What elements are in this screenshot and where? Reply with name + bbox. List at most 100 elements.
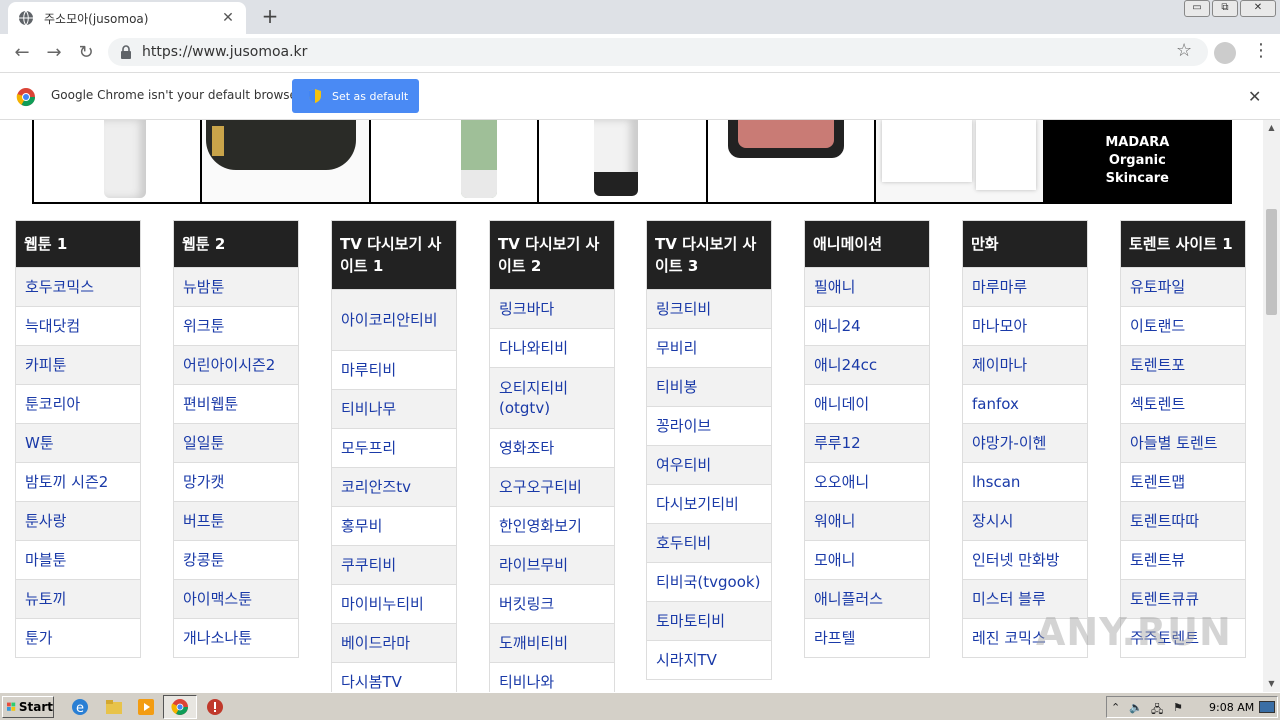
site-link[interactable]: 섹토렌트 [1121,384,1245,423]
show-desktop-icon[interactable] [1259,701,1275,713]
site-link[interactable]: 뉴토끼 [16,579,140,618]
site-link[interactable]: 호두코믹스 [16,267,140,306]
scroll-down-icon[interactable]: ▼ [1263,676,1280,692]
site-link[interactable]: 코리안즈tv [332,467,456,506]
site-link[interactable]: 다시보기티비 [647,484,771,523]
media-player-icon[interactable] [136,697,156,717]
bookmark-star-icon[interactable]: ☆ [1176,40,1192,61]
ad-banner[interactable]: MADARA Organic Skincare [32,120,1232,204]
site-link[interactable]: 쿠쿠티비 [332,545,456,584]
tab-close-icon[interactable]: ✕ [220,10,236,26]
close-window-icon[interactable]: ✕ [1240,0,1276,17]
site-link[interactable]: 오오애니 [805,462,929,501]
flag-icon[interactable]: ⚑ [1173,701,1187,715]
product-image[interactable] [370,120,540,202]
site-link[interactable]: 어린아이시즌2 [174,345,298,384]
site-link[interactable]: 아들별 토렌트 [1121,423,1245,462]
site-link[interactable]: 워애니 [805,501,929,540]
tray-expand-icon[interactable]: ⌃ [1111,701,1125,715]
site-link[interactable]: 토렌트뷰 [1121,540,1245,579]
product-image[interactable] [876,120,1045,202]
site-link[interactable]: 라이브무비 [490,545,614,584]
site-link[interactable]: 모두프리 [332,428,456,467]
site-link[interactable]: 애니플러스 [805,579,929,618]
product-image[interactable] [34,120,203,202]
start-button[interactable]: Start [2,696,54,718]
site-link[interactable]: 일일툰 [174,423,298,462]
site-link[interactable]: 오구오구티비 [490,467,614,506]
site-link[interactable]: 개나소나툰 [174,618,298,657]
site-link[interactable]: 애니24 [805,306,929,345]
security-alert-icon[interactable] [205,697,225,717]
site-link[interactable]: 토렌트따따 [1121,501,1245,540]
site-link[interactable]: 링크바다 [490,289,614,328]
site-link[interactable]: 라프텔 [805,618,929,657]
site-link[interactable]: 애니데이 [805,384,929,423]
product-image[interactable] [202,120,371,202]
set-as-default-button[interactable]: Set as default [292,79,419,113]
site-link[interactable]: 마블툰 [16,540,140,579]
internet-explorer-icon[interactable]: e [70,697,90,717]
site-link[interactable]: 토렌트포 [1121,345,1245,384]
site-link[interactable]: 야망가-이헨 [963,423,1087,462]
site-link[interactable]: 티비나무 [332,389,456,428]
site-link[interactable]: 도깨비티비 [490,623,614,662]
profile-avatar-icon[interactable] [1214,42,1236,64]
site-link[interactable]: 유토파일 [1121,267,1245,306]
site-link[interactable]: 시라지TV [647,640,771,679]
site-link[interactable]: 링크티비 [647,289,771,328]
site-link[interactable]: 애니24cc [805,345,929,384]
site-link[interactable]: 버킷링크 [490,584,614,623]
site-link[interactable]: 캉콩툰 [174,540,298,579]
site-link[interactable]: 한인영화보기 [490,506,614,545]
site-link[interactable]: 토렌트맵 [1121,462,1245,501]
site-link[interactable]: 다나와티비 [490,328,614,367]
address-bar[interactable]: https://www.jusomoa.kr [108,38,1208,66]
folder-icon[interactable] [104,697,124,717]
page-scrollbar[interactable] [1263,120,1280,692]
site-link[interactable]: W툰 [16,423,140,462]
site-link[interactable]: 베이드라마 [332,623,456,662]
site-link[interactable]: 망가캣 [174,462,298,501]
restore-icon[interactable]: ⧉ [1212,0,1238,17]
new-tab-icon[interactable]: + [258,4,282,28]
site-link[interactable]: 무비리 [647,328,771,367]
site-link[interactable]: 마나모아 [963,306,1087,345]
site-link[interactable]: 이토랜드 [1121,306,1245,345]
product-image[interactable] [539,120,708,202]
browser-tab[interactable]: 주소모아(jusomoa) ✕ [8,2,246,34]
site-link[interactable]: 카피툰 [16,345,140,384]
site-link[interactable]: 티비국(tvgook) [647,562,771,601]
scroll-up-icon[interactable]: ▲ [1263,120,1280,136]
minimize-icon[interactable]: ▭ [1184,0,1210,17]
site-link[interactable]: 모애니 [805,540,929,579]
site-link[interactable]: fanfox [963,384,1087,423]
site-link[interactable]: 여우티비 [647,445,771,484]
site-link[interactable]: lhscan [963,462,1087,501]
infobar-close-icon[interactable]: ✕ [1248,87,1261,106]
site-link[interactable]: 마이비누티비 [332,584,456,623]
madara-brand-panel[interactable]: MADARA Organic Skincare [1044,120,1230,202]
site-link[interactable]: 아이코리안티비 [332,289,456,350]
site-link[interactable]: 루루12 [805,423,929,462]
site-link[interactable]: 인터넷 만화방 [963,540,1087,579]
reload-icon[interactable]: ↻ [70,37,102,69]
site-link[interactable]: 아이맥스툰 [174,579,298,618]
site-link[interactable]: 호두티비 [647,523,771,562]
site-link[interactable]: 위크툰 [174,306,298,345]
site-link[interactable]: 마루티비 [332,350,456,389]
site-link[interactable]: 편비웹툰 [174,384,298,423]
site-link[interactable]: 티비봉 [647,367,771,406]
site-link[interactable]: 마루마루 [963,267,1087,306]
site-link[interactable]: 오티지티비(otgtv) [490,367,614,428]
scrollbar-thumb[interactable] [1266,209,1277,315]
chrome-taskbar-icon[interactable] [170,697,190,717]
site-link[interactable]: 밤토끼 시즌2 [16,462,140,501]
site-link[interactable]: 툰가 [16,618,140,657]
product-image[interactable] [707,120,877,202]
site-link[interactable]: 늑대닷컴 [16,306,140,345]
volume-icon[interactable]: 🔈 [1129,701,1143,715]
back-icon[interactable]: ← [6,37,38,69]
site-link[interactable]: 뉴밤툰 [174,267,298,306]
site-link[interactable]: 툰사랑 [16,501,140,540]
